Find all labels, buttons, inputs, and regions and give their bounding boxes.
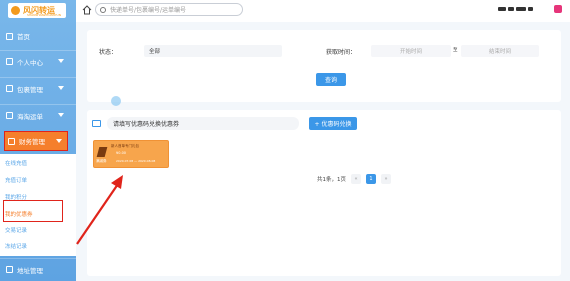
annotation-arrow bbox=[76, 175, 123, 245]
